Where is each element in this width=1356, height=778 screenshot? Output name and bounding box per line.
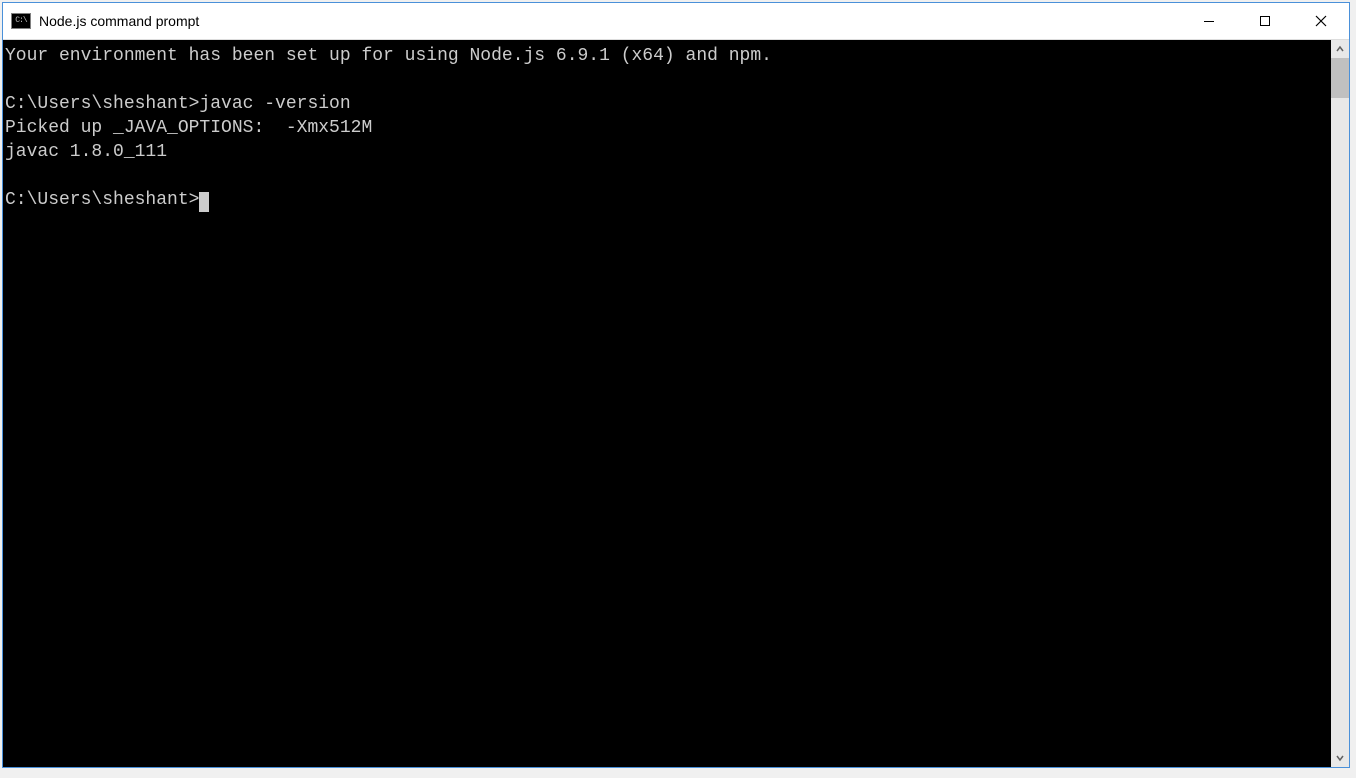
- terminal-output[interactable]: Your environment has been set up for usi…: [3, 40, 1331, 767]
- terminal-container: Your environment has been set up for usi…: [3, 40, 1349, 767]
- close-button[interactable]: [1293, 3, 1349, 39]
- terminal-line: C:\Users\sheshant>javac -version: [5, 92, 1331, 116]
- maximize-button[interactable]: [1237, 3, 1293, 39]
- scroll-down-button[interactable]: [1331, 749, 1349, 767]
- terminal-cursor: [199, 192, 209, 212]
- minimize-button[interactable]: [1181, 3, 1237, 39]
- maximize-icon: [1259, 15, 1271, 27]
- terminal-line: javac 1.8.0_111: [5, 140, 1331, 164]
- terminal-prompt-line: C:\Users\sheshant>: [5, 188, 1331, 212]
- window-title: Node.js command prompt: [39, 13, 1181, 29]
- titlebar[interactable]: C:\ Node.js command prompt: [3, 3, 1349, 40]
- terminal-line: [5, 68, 1331, 92]
- chevron-down-icon: [1335, 753, 1345, 763]
- terminal-prompt: C:\Users\sheshant>: [5, 190, 199, 210]
- close-icon: [1315, 15, 1327, 27]
- scroll-up-button[interactable]: [1331, 40, 1349, 58]
- cmd-icon: C:\: [11, 13, 31, 29]
- window-controls: [1181, 3, 1349, 39]
- chevron-up-icon: [1335, 44, 1345, 54]
- vertical-scrollbar[interactable]: [1331, 40, 1349, 767]
- terminal-line: Your environment has been set up for usi…: [5, 44, 1331, 68]
- minimize-icon: [1203, 15, 1215, 27]
- scroll-thumb[interactable]: [1331, 58, 1349, 98]
- scroll-track[interactable]: [1331, 58, 1349, 749]
- window: C:\ Node.js command prompt Your environm…: [2, 2, 1350, 768]
- cmd-icon-glyph: C:\: [15, 17, 26, 25]
- terminal-line: Picked up _JAVA_OPTIONS: -Xmx512M: [5, 116, 1331, 140]
- terminal-line: [5, 164, 1331, 188]
